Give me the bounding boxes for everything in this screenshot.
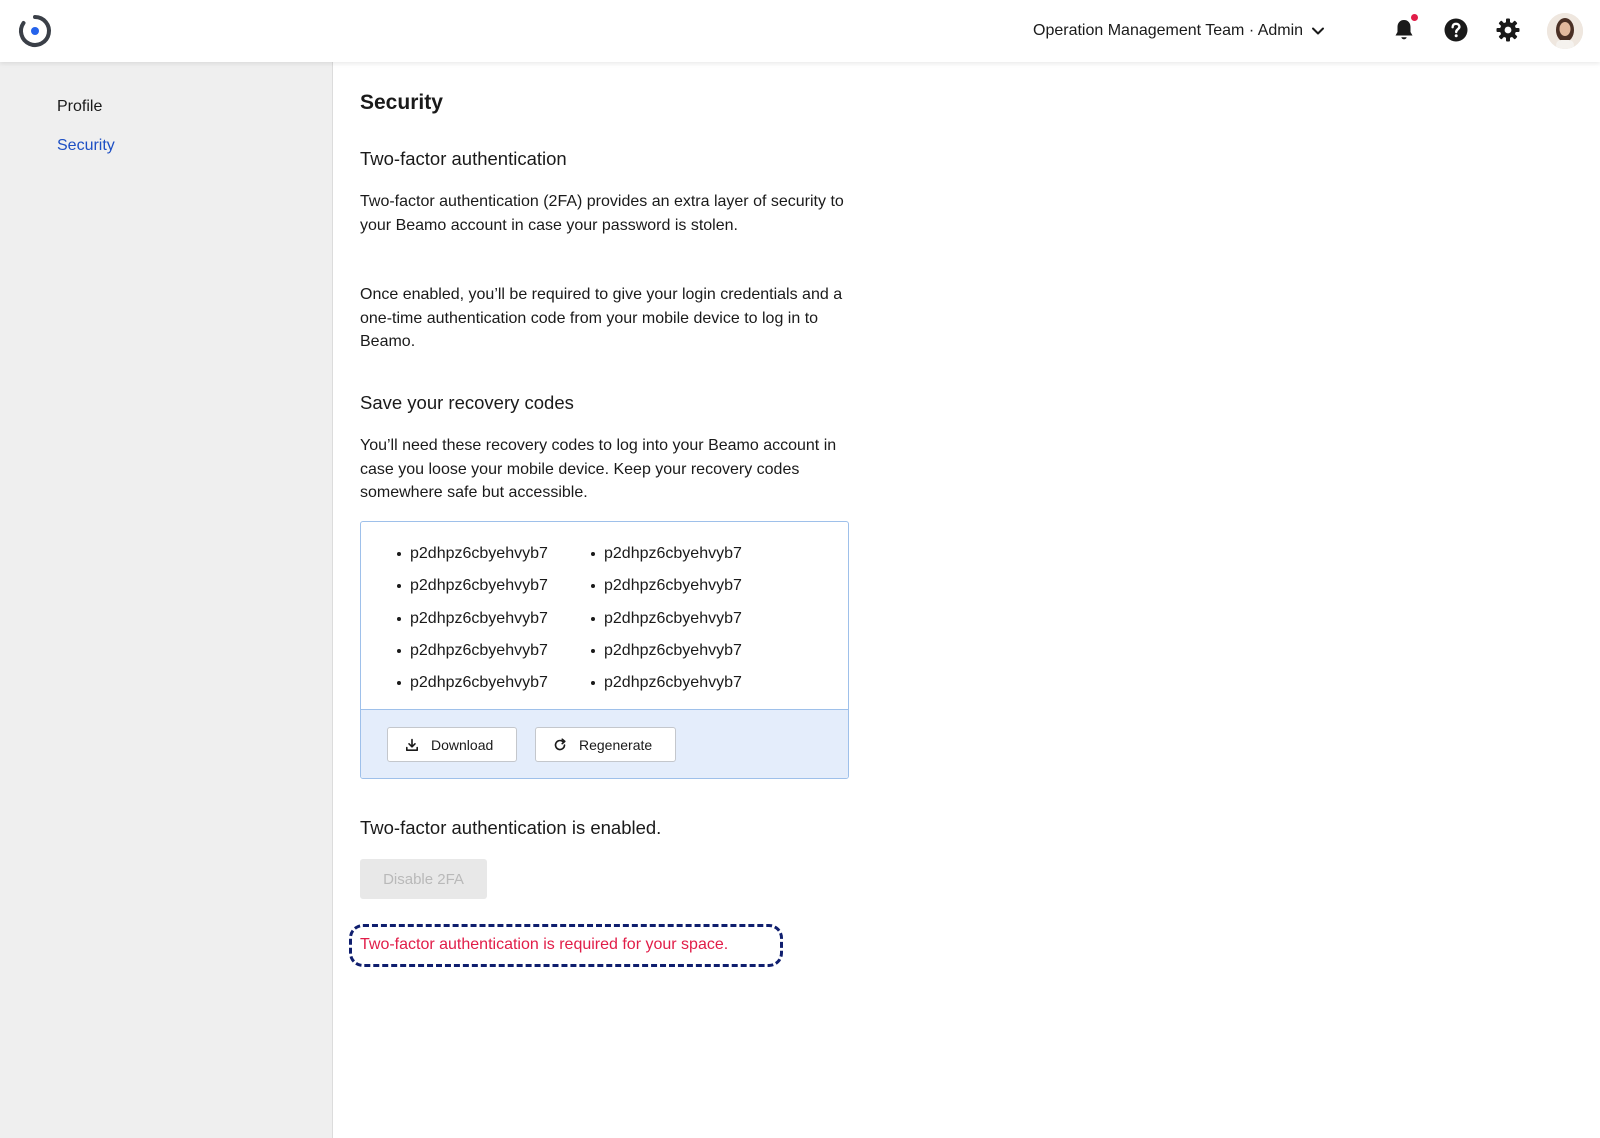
recovery-heading: Save your recovery codes <box>360 392 574 413</box>
recovery-codes-list: p2dhpz6cbyehvyb7 p2dhpz6cbyehvyb7 p2dhpz… <box>397 538 817 699</box>
team-switcher[interactable]: Operation Management Team · Admin <box>1033 19 1325 43</box>
refresh-icon <box>554 737 566 750</box>
twofa-heading: Two-factor authentication <box>360 148 567 169</box>
regenerate-button[interactable]: Regenerate <box>535 727 676 762</box>
help-icon <box>1444 18 1468 42</box>
top-bar: Operation Management Team · Admin <box>0 0 1600 62</box>
notifications-button[interactable] <box>1391 14 1418 43</box>
download-icon <box>406 738 418 751</box>
recovery-code: p2dhpz6cbyehvyb7 <box>591 538 785 570</box>
disable-2fa-button[interactable]: Disable 2FA <box>360 859 487 899</box>
twofa-status-text: Two-factor authentication is enabled. <box>360 817 662 838</box>
recovery-code: p2dhpz6cbyehvyb7 <box>397 635 591 667</box>
help-button[interactable] <box>1443 17 1469 43</box>
recovery-code: p2dhpz6cbyehvyb7 <box>397 603 591 635</box>
chevron-down-icon <box>1312 27 1325 35</box>
logo-icon[interactable] <box>17 13 53 49</box>
avatar[interactable] <box>1547 13 1583 49</box>
download-button[interactable]: Download <box>387 727 517 762</box>
twofa-description: Two-factor authentication (2FA) provides… <box>360 193 844 234</box>
download-button-label: Download <box>431 736 494 753</box>
gear-icon <box>1496 18 1520 42</box>
recovery-code: p2dhpz6cbyehvyb7 <box>397 570 591 602</box>
page-title: Security <box>360 91 443 114</box>
recovery-codes-actions: Download Regenerate <box>361 709 848 778</box>
main-content: Security Two-factor authentication Two-f… <box>349 62 1600 1138</box>
recovery-code: p2dhpz6cbyehvyb7 <box>397 538 591 570</box>
team-switcher-label: Operation Management Team · Admin <box>1033 22 1304 39</box>
sidebar-item-security[interactable]: Security <box>57 137 115 155</box>
sidebar-item-profile[interactable]: Profile <box>57 98 102 116</box>
required-notice: Two-factor authentication is required fo… <box>360 936 729 953</box>
recovery-code: p2dhpz6cbyehvyb7 <box>591 570 785 602</box>
recovery-code: p2dhpz6cbyehvyb7 <box>591 635 785 667</box>
recovery-code: p2dhpz6cbyehvyb7 <box>591 667 785 699</box>
twofa-login-description: Once enabled, you’ll be required to give… <box>360 286 843 350</box>
recovery-description: You’ll need these recovery codes to log … <box>360 437 837 501</box>
notification-dot <box>1411 14 1418 21</box>
recovery-code: p2dhpz6cbyehvyb7 <box>591 603 785 635</box>
settings-button[interactable] <box>1495 17 1521 43</box>
user-photo-icon <box>1547 13 1583 49</box>
recovery-code: p2dhpz6cbyehvyb7 <box>397 667 591 699</box>
sidebar: Profile Security <box>0 62 333 1138</box>
recovery-codes-panel: p2dhpz6cbyehvyb7 p2dhpz6cbyehvyb7 p2dhpz… <box>360 521 849 779</box>
regenerate-button-label: Regenerate <box>579 736 653 753</box>
